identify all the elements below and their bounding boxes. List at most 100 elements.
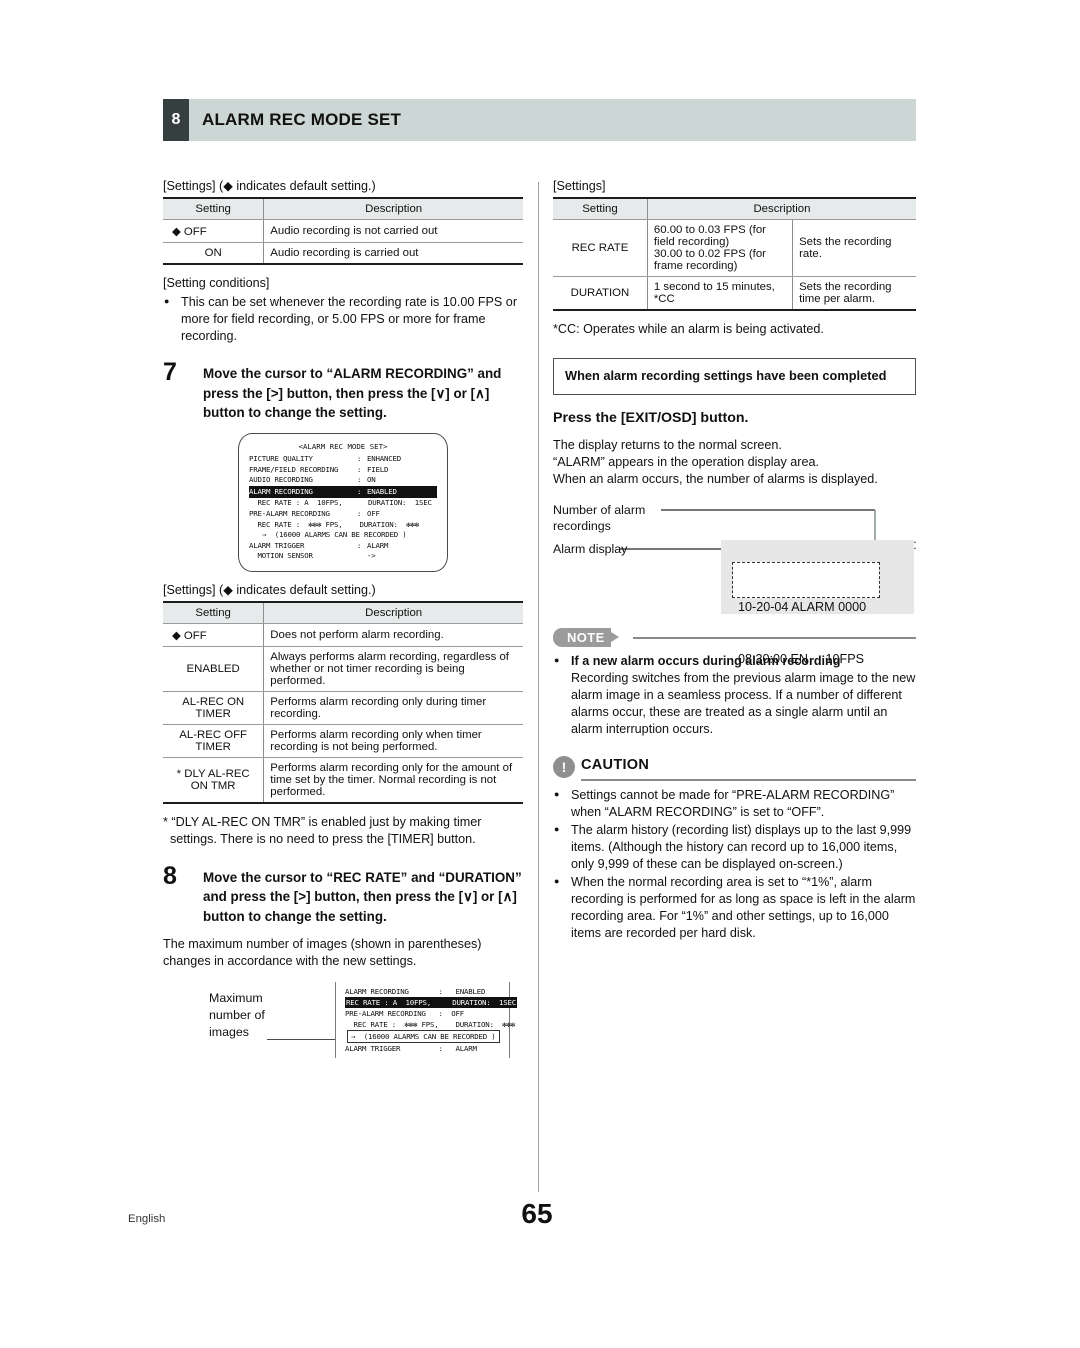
list-item: The alarm history (recording list) displ…: [553, 821, 916, 873]
column-header-setting: Setting: [163, 600, 264, 624]
cell-description-effect: Sets the recording rate.: [792, 219, 916, 277]
list-item: Settings cannot be made for “PRE-ALARM R…: [553, 786, 916, 821]
column-header-setting: Setting: [553, 197, 648, 220]
osd-row-pre-alarm-recording: PRE-ALARM RECORDING : OFF: [249, 509, 437, 520]
exclamation-icon: !: [553, 755, 575, 778]
osd-colon: :: [357, 508, 362, 518]
step-text: Move the cursor to “REC RATE” and “DURAT…: [203, 869, 522, 924]
osd-colon: :: [357, 486, 362, 496]
setting-conditions-caption: [Setting conditions]: [163, 276, 270, 290]
step8-body-text: The maximum number of images (shown in p…: [163, 937, 482, 969]
alarm-recording-settings-table: Setting Description ◆ OFF Does not perfo…: [163, 600, 523, 804]
max-images-callout-label: Maximum number of images: [209, 991, 265, 1040]
cell-setting: * DLY AL-REC ON TMR: [163, 757, 264, 804]
cell-setting: AL-REC ON TIMER: [163, 691, 264, 725]
osd-label: AUDIO RECORDING: [249, 475, 313, 485]
table-header-row: Setting Description: [163, 600, 523, 624]
footer-language: English: [128, 1213, 166, 1225]
osd-screen-alarm-rec-mode: <ALARM REC MODE SET> PICTURE QUALITY : E…: [238, 432, 448, 572]
left-column: [Settings] (◆ indicates default setting.…: [163, 178, 523, 1070]
cell-description: Always performs alarm recording, regardl…: [263, 646, 523, 692]
osd-row-alarms-capacity: ⇒ (16000 ALARMS CAN BE RECORDED ): [262, 530, 407, 540]
osd-label: MOTION SENSOR: [249, 551, 313, 561]
settings-caption-alarm-rec: [Settings] (◆ indicates default setting.…: [163, 582, 376, 597]
osd-line-alarm-trigger: ALARM TRIGGER : ALARM: [345, 1044, 477, 1054]
osd-row-frame-field-recording: FRAME/FIELD RECORDING : FIELD: [249, 465, 437, 476]
osd-colon: :: [357, 475, 362, 485]
press-exit-heading: Press the [EXIT/OSD] button.: [553, 409, 749, 426]
osd-line-rec-rate-2: REC RATE : ✻✻✻ FPS, DURATION: ✻✻✻: [345, 1020, 515, 1030]
column-header-description: Description: [263, 197, 523, 220]
list-item: When the normal recording area is set to…: [553, 873, 916, 942]
alarm-osd-readout: 10-20-04 ALARM 0000 08:30:00 EN 10FPS: [732, 561, 880, 666]
step-text: Move the cursor to “ALARM RECORDING” and…: [203, 366, 502, 420]
table-row: * DLY AL-REC ON TMR Performs alarm recor…: [163, 757, 523, 804]
table-header-row: Setting Description: [163, 197, 523, 220]
osd-value: ->: [367, 551, 376, 561]
cell-setting: ON: [163, 242, 264, 265]
setting-conditions-list: This can be set whenever the recording r…: [163, 293, 523, 345]
osd-line-pre-alarm-recording: PRE-ALARM RECORDING : OFF: [345, 1009, 464, 1019]
osd-label: PRE-ALARM RECORDING: [249, 508, 330, 518]
leader-line: [267, 1039, 335, 1041]
cell-setting: DURATION: [553, 276, 648, 311]
column-header-description: Description: [646, 197, 916, 220]
osd-value: OFF: [367, 508, 380, 518]
footnote-dly-al-rec: * “DLY AL-REC ON TMR” is enabled just by…: [163, 814, 482, 846]
cell-description: Does not perform alarm recording.: [263, 623, 523, 647]
cell-setting: AL-REC OFF TIMER: [163, 724, 264, 758]
cell-description: Audio recording is carried out: [263, 242, 523, 265]
cell-setting: ENABLED: [163, 646, 264, 692]
note-arrow-icon: [610, 632, 619, 642]
cell-description-range: 1 second to 15 minutes, *CC: [646, 276, 793, 311]
footer-page-number: 65: [521, 1198, 553, 1229]
table-row: AL-REC OFF TIMER Performs alarm recordin…: [163, 724, 523, 758]
cell-description-effect: Sets the recording time per alarm.: [792, 276, 916, 311]
table-row: REC RATE 60.00 to 0.03 FPS (for field re…: [553, 219, 916, 277]
column-header-setting: Setting: [163, 197, 264, 220]
cell-description: Performs alarm recording only for the am…: [263, 757, 523, 804]
cell-setting: ◆ OFF: [163, 219, 264, 243]
table-header-row: Setting Description: [553, 197, 916, 220]
step-8: 8 Move the cursor to “REC RATE” and “DUR…: [163, 863, 523, 927]
osd-colon: :: [357, 464, 362, 474]
osd-label: FRAME/FIELD RECORDING: [249, 464, 339, 474]
osd-line-rec-rate-selected: REC RATE : A 10FPS, DURATION: 1SEC: [345, 997, 517, 1009]
osd-value: ENABLED: [367, 486, 397, 496]
osd-row-alarm-trigger: ALARM TRIGGER : ALARM: [249, 541, 437, 552]
column-header-description: Description: [263, 600, 523, 624]
settings-caption-audio: [Settings] (◆ indicates default setting.…: [163, 179, 376, 193]
osd-row-rec-rate-2: REC RATE : ✻✻✻ FPS, DURATION: ✻✻✻: [249, 519, 419, 529]
caution-tag-label: CAUTION: [581, 756, 650, 773]
osd-value: FIELD: [367, 464, 389, 474]
osd-row-rec-rate-1: REC RATE : A 10FPS, DURATION: 1SEC: [249, 498, 432, 508]
cell-setting: ◆ OFF: [163, 623, 264, 647]
cell-description: Performs alarm recording only during tim…: [263, 691, 523, 725]
osd-row-motion-sensor: MOTION SENSOR ->: [249, 551, 437, 562]
settings-caption-rec: [Settings]: [553, 179, 606, 193]
osd-label: PICTURE QUALITY: [249, 454, 313, 463]
list-item: This can be set whenever the recording r…: [163, 293, 523, 345]
chapter-number: 8: [163, 99, 189, 141]
caution-header: ! CAUTION: [553, 755, 916, 782]
alarm-display-figure: Number of alarm recordings Alarm display…: [553, 502, 916, 666]
chapter-title-bar: ALARM REC MODE SET: [189, 99, 916, 141]
osd-row-audio-recording: AUDIO RECORDING : ON: [249, 475, 437, 486]
cell-description: Performs alarm recording only when timer…: [263, 724, 523, 758]
osd-value: ALARM: [367, 540, 389, 550]
column-divider: [538, 182, 539, 1192]
step-7: 7 Move the cursor to “ALARM RECORDING” a…: [163, 360, 523, 423]
table-row: AL-REC ON TIMER Performs alarm recording…: [163, 691, 523, 725]
osd-title: <ALARM REC MODE SET>: [298, 441, 388, 451]
note-tag: NOTE: [553, 627, 619, 647]
caution-list: Settings cannot be made for “PRE-ALARM R…: [553, 786, 916, 942]
table-row: DURATION 1 second to 15 minutes, *CC Set…: [553, 276, 916, 311]
osd-label: ALARM TRIGGER: [249, 540, 305, 550]
max-images-figure: Maximum number of images ALARM RECORDING…: [163, 982, 523, 1070]
alarm-display-label: Alarm display: [553, 541, 628, 556]
osd-highlight: REC RATE : A 10FPS, DURATION: 1SEC: [345, 997, 517, 1009]
cell-description-range: 60.00 to 0.03 FPS (for field recording) …: [646, 219, 793, 277]
cell-description: Audio recording is not carried out: [263, 219, 523, 243]
caution-rule: [581, 778, 916, 781]
osd-value: ENHANCED: [367, 454, 401, 463]
